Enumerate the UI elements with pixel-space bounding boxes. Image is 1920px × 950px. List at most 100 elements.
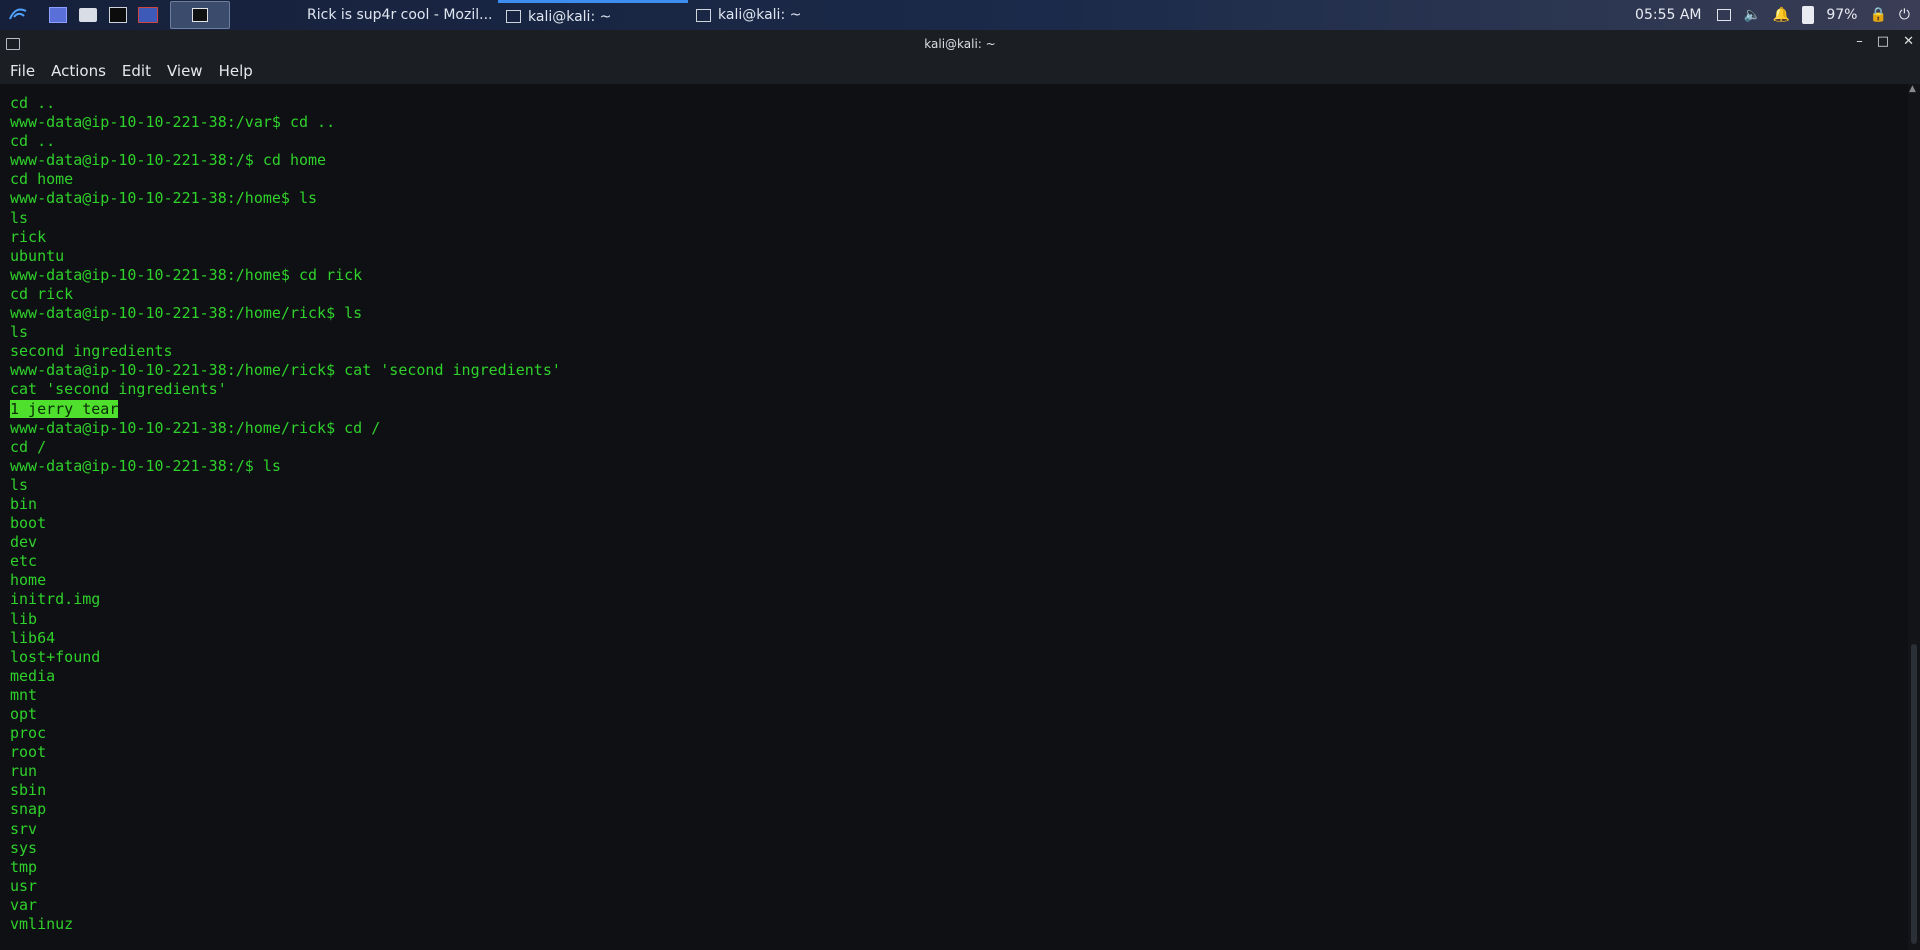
terminal-line-text: cat 'second ingredients' [10,380,227,399]
terminal-line-text: sbin [10,781,47,800]
terminal-line-text: ubuntu [10,246,65,265]
terminal-line: cd rick [10,285,561,304]
scroll-up-icon[interactable]: ▲ [1909,84,1916,94]
terminal-line-text: cd / [10,437,47,456]
menu-edit[interactable]: Edit [122,62,151,80]
file-manager-icon[interactable] [76,3,100,27]
terminal-line: cd / [10,438,561,457]
terminal-line: lost+found [10,648,561,667]
terminal-line-text: ls [10,323,29,342]
top-panel: Rick is sup4r cool - Mozil... kali@kali:… [0,0,1920,30]
terminal-line-text: www-data@ip-10-10-221-38:/home$ ls [10,189,318,208]
window-controls: – □ ✕ [1856,34,1914,49]
clock[interactable]: 05:55 AM [1635,7,1701,23]
terminal-line: cat 'second ingredients' [10,380,561,399]
terminal-line: srv [10,820,561,839]
menu-bar: File Actions Edit View Help [0,58,1920,84]
terminal-line: initrd.img [10,590,561,609]
terminal-line-text: www-data@ip-10-10-221-38:/home/rick$ cat… [10,361,561,380]
menu-file[interactable]: File [10,62,35,80]
scrollbar-thumb[interactable] [1911,644,1917,944]
terminal-line: www-data@ip-10-10-221-38:/home$ cd rick [10,266,561,285]
terminal-line: media [10,667,561,686]
terminal-line-text: home [10,571,47,590]
menu-view[interactable]: View [167,62,203,80]
terminal-line: www-data@ip-10-10-221-38:/home/rick$ cat… [10,361,561,380]
terminal-output[interactable]: cd .. www-data@ip-10-10-221-38:/var$ cd .… [0,84,1908,950]
taskbar-item-terminal-2[interactable]: kali@kali: ~ [688,0,894,30]
terminal-line-text: cd rick [10,284,74,303]
terminal-line-text: www-data@ip-10-10-221-38:/$ cd home [10,151,327,170]
taskbar-item-terminal-1[interactable]: kali@kali: ~ [498,0,688,30]
terminal-line: www-data@ip-10-10-221-38:/home$ ls [10,189,561,208]
terminal-line-text: mnt [10,685,38,704]
window-title: kali@kali: ~ [924,37,996,51]
kali-menu-icon[interactable] [6,3,30,27]
terminal-line: www-data@ip-10-10-221-38:/$ ls [10,457,561,476]
terminal-line-text: lost+found [10,647,101,666]
terminal-lines: cd .. www-data@ip-10-10-221-38:/var$ cd .… [10,94,561,934]
terminal-line-text: www-data@ip-10-10-221-38:/home/rick$ cd … [10,418,381,437]
terminal-line-text: sys [10,838,38,857]
terminal-line: snap [10,800,561,819]
terminal-line-text: usr [10,876,38,895]
taskbar-item-label: kali@kali: ~ [718,7,802,23]
highlighted-output: 1 jerry tear [10,399,119,418]
terminal-line-text: cd home [10,170,74,189]
terminal-line: second ingredients [10,342,561,361]
power-icon[interactable]: ⏻ [1899,7,1910,23]
terminal-line: usr [10,877,561,896]
taskbar-item-label: Rick is sup4r cool - Mozil... [307,7,493,23]
terminal-line: root [10,743,561,762]
window-titlebar[interactable]: kali@kali: ~ – □ ✕ [0,30,1920,58]
terminal-icon [696,8,711,22]
terminal-line-text: tmp [10,857,38,876]
terminal-line-text: dev [10,533,38,552]
terminal-line: vmlinuz [10,915,561,934]
terminal-line-text: rick [10,227,47,246]
terminal-line: rick [10,228,561,247]
screen-recorder-icon[interactable] [136,3,160,27]
taskbar-item-firefox[interactable]: Rick is sup4r cool - Mozil... [292,0,498,30]
notification-bell-icon[interactable]: 🔔 [1773,7,1790,23]
terminal-line-text: proc [10,724,47,743]
workspace-icon[interactable] [46,3,70,27]
terminal-icon [506,10,521,23]
terminal-line: opt [10,705,561,724]
terminal-line: www-data@ip-10-10-221-38:/home/rick$ ls [10,304,561,323]
terminal-line: proc [10,724,561,743]
terminal-line-text: ls [10,475,29,494]
terminal-line-text: var [10,895,38,914]
terminal-line: www-data@ip-10-10-221-38:/home/rick$ cd … [10,419,561,438]
display-icon[interactable] [1717,9,1732,21]
terminal-line-text: www-data@ip-10-10-221-38:/home/rick$ ls [10,304,363,323]
minimize-icon[interactable]: – [1856,34,1863,49]
terminal-line: ubuntu [10,247,561,266]
menu-actions[interactable]: Actions [51,62,106,80]
lock-icon[interactable]: 🔒 [1869,7,1886,23]
close-icon[interactable]: ✕ [1903,34,1914,49]
volume-muted-icon[interactable]: 🔈 [1743,7,1760,23]
terminal-line: bin [10,495,561,514]
scrollbar[interactable]: ▲ [1908,84,1920,950]
launcher [0,0,230,30]
terminal-line: www-data@ip-10-10-221-38:/var$ cd .. [10,113,561,132]
terminal-line-text: cd .. [10,132,56,151]
battery-icon[interactable] [1802,6,1815,24]
terminal-line: sbin [10,781,561,800]
terminal-line-text: srv [10,819,38,838]
terminal-launcher-icon[interactable] [106,3,130,27]
terminal-line: 1 jerry tear [10,399,561,419]
terminal-line: run [10,762,561,781]
terminal-line: mnt [10,686,561,705]
terminal-line-text: run [10,762,38,781]
terminal-line-text: opt [10,705,38,723]
terminal-line: tmp [10,858,561,877]
terminal-line: ls [10,209,561,228]
terminal-line-text: www-data@ip-10-10-221-38:/home$ cd rick [10,265,363,284]
terminal-line: lib64 [10,629,561,648]
terminal-line-text: snap [10,800,47,819]
maximize-icon[interactable]: □ [1877,34,1889,49]
active-workspace-button[interactable] [170,1,230,29]
menu-help[interactable]: Help [219,62,253,80]
